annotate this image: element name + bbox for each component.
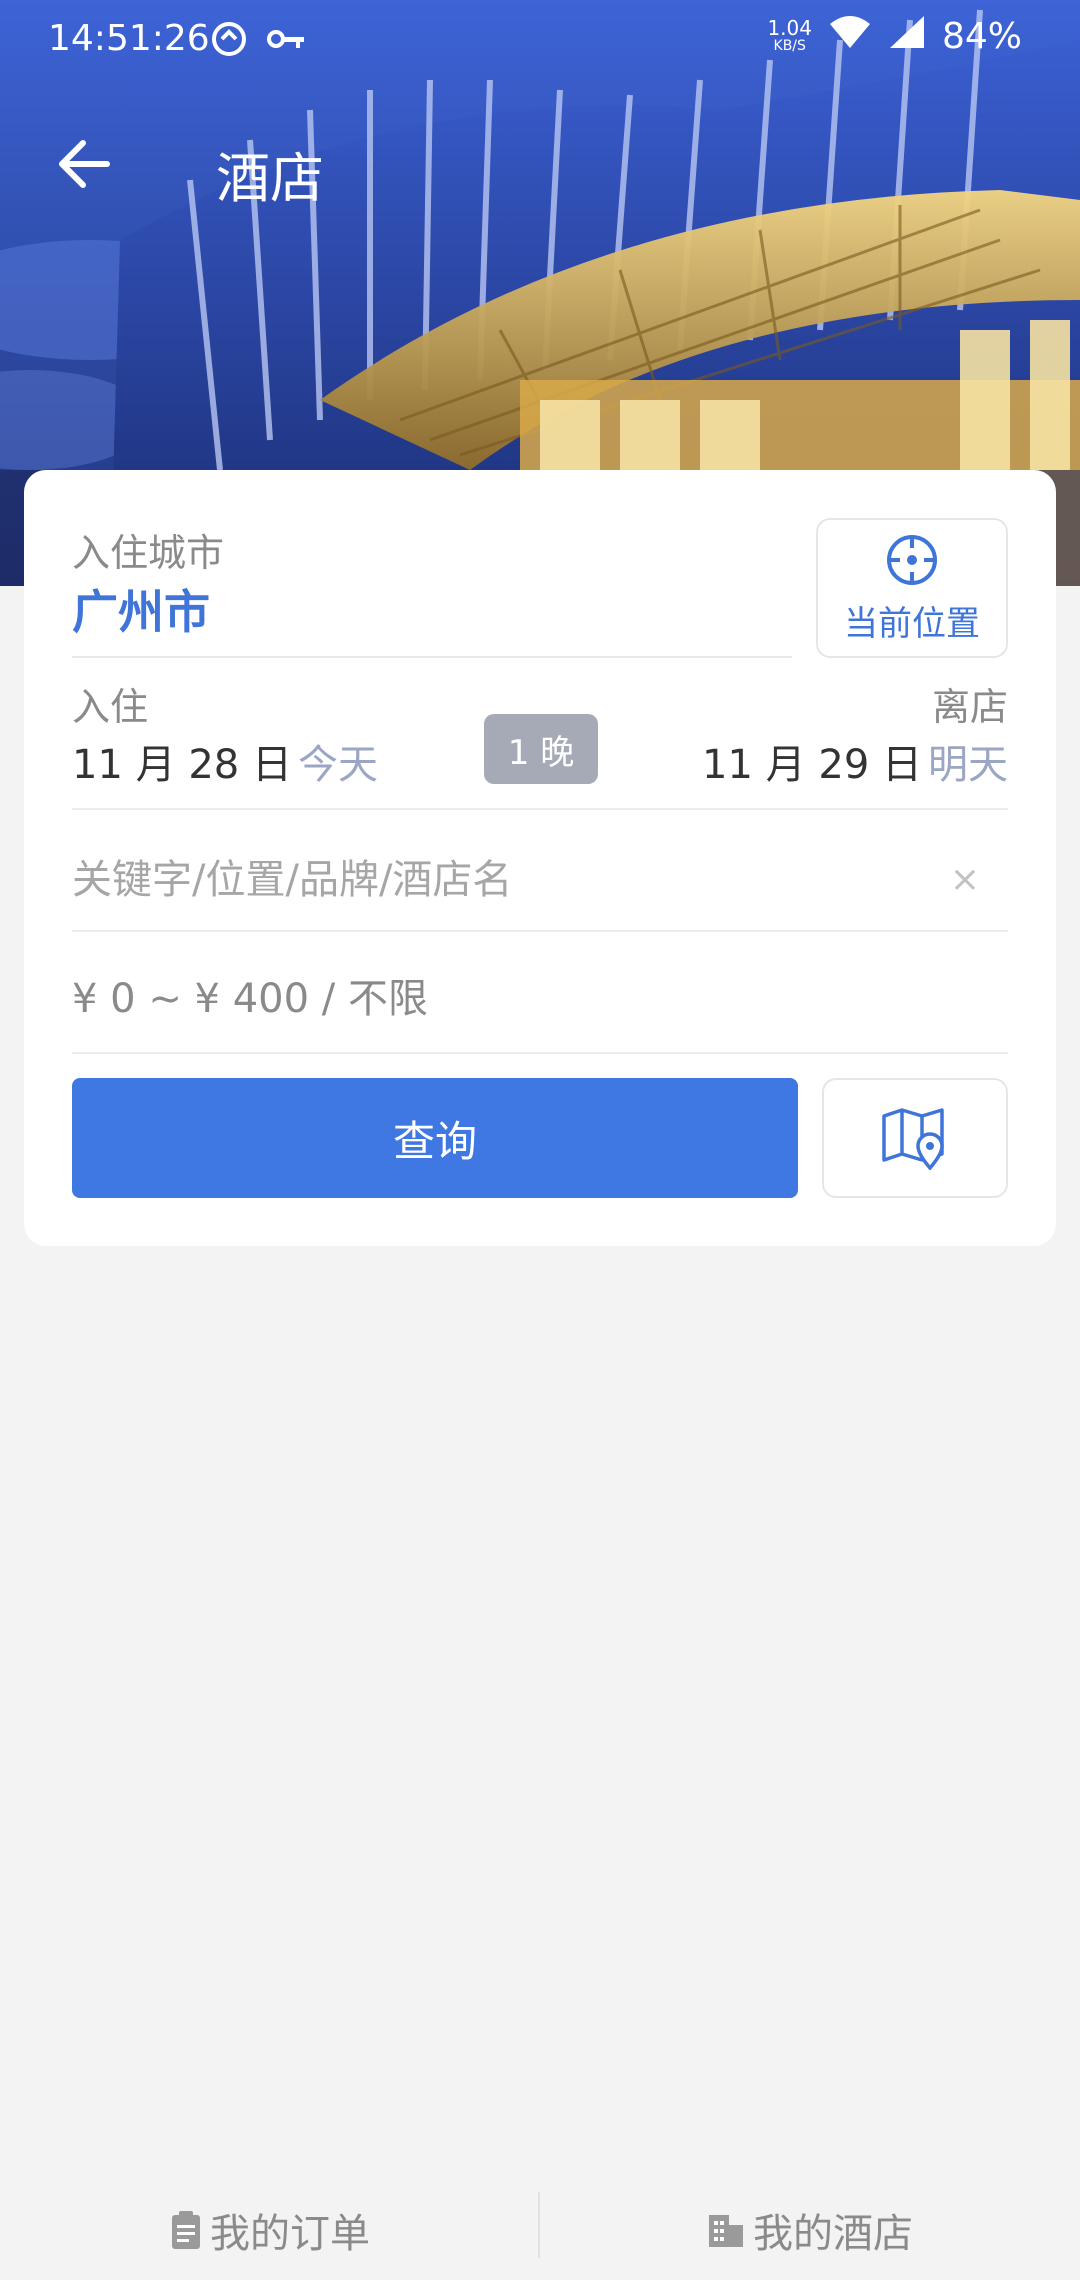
divider [72,930,1008,932]
current-location-label: 当前位置 [844,603,980,644]
bottom-navigation: 我的订单 我的酒店 [0,2180,1080,2280]
wifi-icon [828,14,872,59]
checkin-label: 入住 [72,685,149,729]
checkout-relative: 明天 [928,742,1008,788]
city-label: 入住城市 [72,531,225,575]
battery-level: 84% [941,16,1022,57]
checkout-date-value: 11 月 29 日 [702,742,922,788]
clipboard-icon [172,2211,200,2249]
tab-my-orders[interactable]: 我的订单 [0,2180,540,2280]
checkin-relative: 今天 [297,742,378,788]
crosshair-icon [887,534,937,585]
sync-icon [210,20,248,67]
price-range-selector[interactable]: ¥ 0 ~ ¥ 400 / 不限 [72,966,428,1024]
checkin-date-value: 11 月 28 日 [72,742,292,788]
status-bar: 14:51:26 1.04 KB/S 84% [0,0,1080,76]
divider [72,656,792,658]
checkout-date[interactable]: 11 月 29 日明天 [702,732,1008,790]
tab-separator [538,2192,540,2258]
tab-my-orders-label: 我的订单 [210,2211,370,2257]
checkin-date[interactable]: 11 月 28 日今天 [72,732,378,790]
signal-icon [888,14,926,59]
tab-my-hotels[interactable]: 我的酒店 [540,2180,1080,2280]
vpn-key-icon [266,20,306,67]
arrow-left-icon [59,140,110,188]
current-location-button[interactable]: 当前位置 [816,518,1008,658]
search-button[interactable]: 查询 [72,1078,798,1198]
page-title: 酒店 [216,147,324,210]
building-icon [709,2215,743,2247]
status-left-icons [210,20,306,67]
net-speed: 1.04 KB/S [767,15,812,55]
net-speed-unit: KB/S [773,37,806,54]
map-pin-icon [882,1108,944,1170]
keyword-search-input[interactable] [72,830,932,930]
status-right: 1.04 KB/S 84% [767,14,1022,59]
tab-my-hotels-label: 我的酒店 [753,2211,913,2257]
divider [72,808,1008,810]
divider [72,1052,1008,1054]
close-icon[interactable]: × [940,854,990,904]
nights-badge: 1 晚 [484,714,598,784]
city-selector[interactable]: 广州市 [72,576,210,642]
net-speed-value: 1.04 [767,15,812,40]
map-view-button[interactable] [822,1078,1008,1198]
hotel-search-card: 入住城市 广州市 当前位置 入住 11 月 28 日今天 1 晚 离店 11 月… [24,470,1056,1246]
hotel-search-screen: 14:51:26 1.04 KB/S 84% 酒店 入住城市 广州市 当前位置 … [0,0,1080,2280]
checkout-label: 离店 [931,685,1008,729]
back-button[interactable] [54,134,114,194]
status-time: 14:51:26 [48,18,210,59]
